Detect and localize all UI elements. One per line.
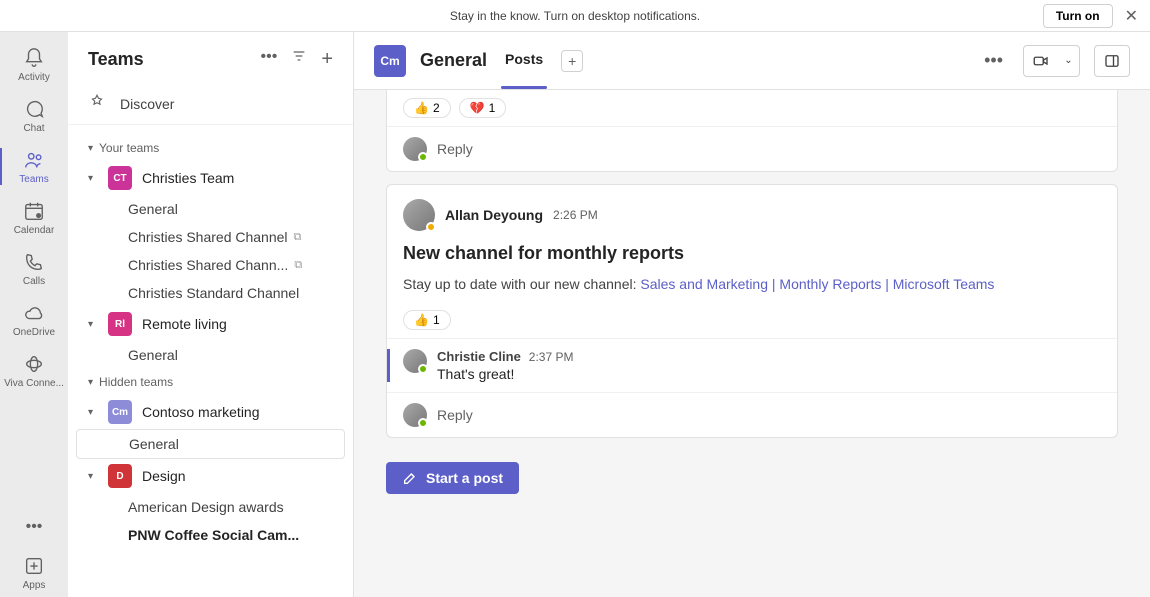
team-name: Contoso marketing xyxy=(142,404,260,420)
chat-icon xyxy=(22,97,46,121)
caret-down-icon: ▾ xyxy=(88,471,98,482)
rail-viva[interactable]: Viva Conne... xyxy=(0,346,68,395)
open-panel-button[interactable] xyxy=(1094,45,1130,77)
caret-down-icon: ▾ xyxy=(88,173,98,184)
caret-down-icon: ▾ xyxy=(88,143,93,154)
team-avatar: Cm xyxy=(108,400,132,424)
rail-onedrive[interactable]: OneDrive xyxy=(0,295,68,344)
channel-header: Cm General Posts + ••• ⌄ xyxy=(354,32,1150,90)
app-rail: Activity Chat Teams Calendar Calls OneDr… xyxy=(0,32,68,597)
shared-channel-icon: ⧉ xyxy=(294,231,302,244)
hidden-teams-section[interactable]: ▾ Hidden teams xyxy=(76,369,345,395)
rail-activity[interactable]: Activity xyxy=(0,40,68,89)
channel-row[interactable]: Christies Shared Chann...⧉ xyxy=(76,251,345,279)
your-teams-section[interactable]: ▾ Your teams xyxy=(76,135,345,161)
post-author: Allan Deyoung xyxy=(445,207,543,223)
team-row-design[interactable]: ▾ D Design xyxy=(76,459,345,493)
thread-reply: Christie Cline 2:37 PM That's great! xyxy=(387,338,1117,392)
rail-teams[interactable]: Teams xyxy=(0,142,68,191)
reaction-pill[interactable]: 👍2 xyxy=(403,98,451,118)
rail-more-icon[interactable]: ••• xyxy=(16,508,53,546)
reactions-row: 👍2 💔1 xyxy=(387,90,1117,126)
channel-more-icon[interactable]: ••• xyxy=(978,50,1009,71)
team-row-christies[interactable]: ▾ CT Christies Team xyxy=(76,161,345,195)
post-body: Stay up to date with our new channel: Sa… xyxy=(387,272,1117,302)
channel-row-selected[interactable]: General xyxy=(76,429,345,459)
discover-row[interactable]: Discover xyxy=(68,83,353,125)
teams-tree: ▾ Your teams ▾ CT Christies Team General… xyxy=(68,125,353,597)
team-row-remote[interactable]: ▾ Rl Remote living xyxy=(76,307,345,341)
close-icon[interactable]: ✕ xyxy=(1121,2,1142,30)
channel-title: General xyxy=(420,50,487,71)
add-tab-button[interactable]: + xyxy=(561,50,583,72)
apps-icon xyxy=(22,554,46,578)
channel-row[interactable]: Christies Standard Channel xyxy=(76,279,345,307)
posts-scroll[interactable]: 👍2 💔1 Reply Allan Deyoung 2:26 PM New ch… xyxy=(354,90,1150,597)
reply-button[interactable]: Reply xyxy=(387,392,1117,437)
avatar xyxy=(403,349,427,373)
message-card: 👍2 💔1 Reply xyxy=(386,90,1118,172)
rail-calls[interactable]: Calls xyxy=(0,244,68,293)
reply-timestamp: 2:37 PM xyxy=(529,350,574,364)
team-avatar: CT xyxy=(108,166,132,190)
team-row-contoso[interactable]: ▾ Cm Contoso marketing xyxy=(76,395,345,429)
team-name: Remote living xyxy=(142,316,227,332)
meet-button[interactable] xyxy=(1023,45,1059,77)
channel-row[interactable]: PNW Coffee Social Cam... xyxy=(76,521,345,549)
bell-icon xyxy=(22,46,46,70)
meet-dropdown-button[interactable]: ⌄ xyxy=(1058,45,1080,77)
caret-down-icon: ▾ xyxy=(88,319,98,330)
avatar xyxy=(403,403,427,427)
message-card: Allan Deyoung 2:26 PM New channel for mo… xyxy=(386,184,1118,438)
content-area: Cm General Posts + ••• ⌄ 👍2 💔1 xyxy=(354,32,1150,597)
reply-button[interactable]: Reply xyxy=(387,126,1117,171)
team-avatar: D xyxy=(108,464,132,488)
reply-text: That's great! xyxy=(437,366,574,382)
filter-icon[interactable] xyxy=(291,48,307,71)
teams-title: Teams xyxy=(88,49,261,70)
start-post-row: Start a post xyxy=(386,462,1118,494)
tab-posts[interactable]: Posts xyxy=(501,51,547,71)
discover-icon xyxy=(88,93,106,114)
channel-link[interactable]: Sales and Marketing | Monthly Reports | … xyxy=(640,276,994,292)
notification-actions: Turn on ✕ xyxy=(1043,2,1142,30)
caret-down-icon: ▾ xyxy=(88,407,98,418)
team-avatar: Rl xyxy=(108,312,132,336)
calendar-icon xyxy=(22,199,46,223)
avatar xyxy=(403,137,427,161)
post-timestamp: 2:26 PM xyxy=(553,208,598,222)
turn-on-button[interactable]: Turn on xyxy=(1043,4,1113,28)
shared-channel-icon: ⧉ xyxy=(294,259,302,272)
reaction-pill[interactable]: 👍1 xyxy=(403,310,451,330)
channel-avatar: Cm xyxy=(374,45,406,77)
start-post-button[interactable]: Start a post xyxy=(386,462,519,494)
channel-row[interactable]: American Design awards xyxy=(76,493,345,521)
teams-icon xyxy=(22,148,46,172)
phone-icon xyxy=(22,250,46,274)
add-icon[interactable]: + xyxy=(321,48,333,71)
reaction-pill[interactable]: 💔1 xyxy=(459,98,507,118)
rail-chat[interactable]: Chat xyxy=(0,91,68,140)
cloud-icon xyxy=(22,301,46,325)
post-title: New channel for monthly reports xyxy=(387,235,1117,272)
channel-row[interactable]: General xyxy=(76,341,345,369)
team-name: Design xyxy=(142,468,186,484)
channel-row[interactable]: Christies Shared Channel⧉ xyxy=(76,223,345,251)
rail-apps[interactable]: Apps xyxy=(0,548,68,597)
more-icon[interactable]: ••• xyxy=(261,48,278,71)
team-name: Christies Team xyxy=(142,170,234,186)
reactions-row: 👍1 xyxy=(387,302,1117,338)
viva-icon xyxy=(22,352,46,376)
channel-row[interactable]: General xyxy=(76,195,345,223)
compose-icon xyxy=(402,470,418,486)
notification-text: Stay in the know. Turn on desktop notifi… xyxy=(450,9,700,23)
rail-calendar[interactable]: Calendar xyxy=(0,193,68,242)
caret-down-icon: ▾ xyxy=(88,377,93,388)
teams-header: Teams ••• + xyxy=(68,32,353,83)
post-header: Allan Deyoung 2:26 PM xyxy=(387,185,1117,235)
avatar xyxy=(403,199,435,231)
notification-bar: Stay in the know. Turn on desktop notifi… xyxy=(0,0,1150,32)
teams-panel: Teams ••• + Discover ▾ Your teams ▾ CT C… xyxy=(68,32,354,597)
reply-author: Christie Cline xyxy=(437,349,521,364)
